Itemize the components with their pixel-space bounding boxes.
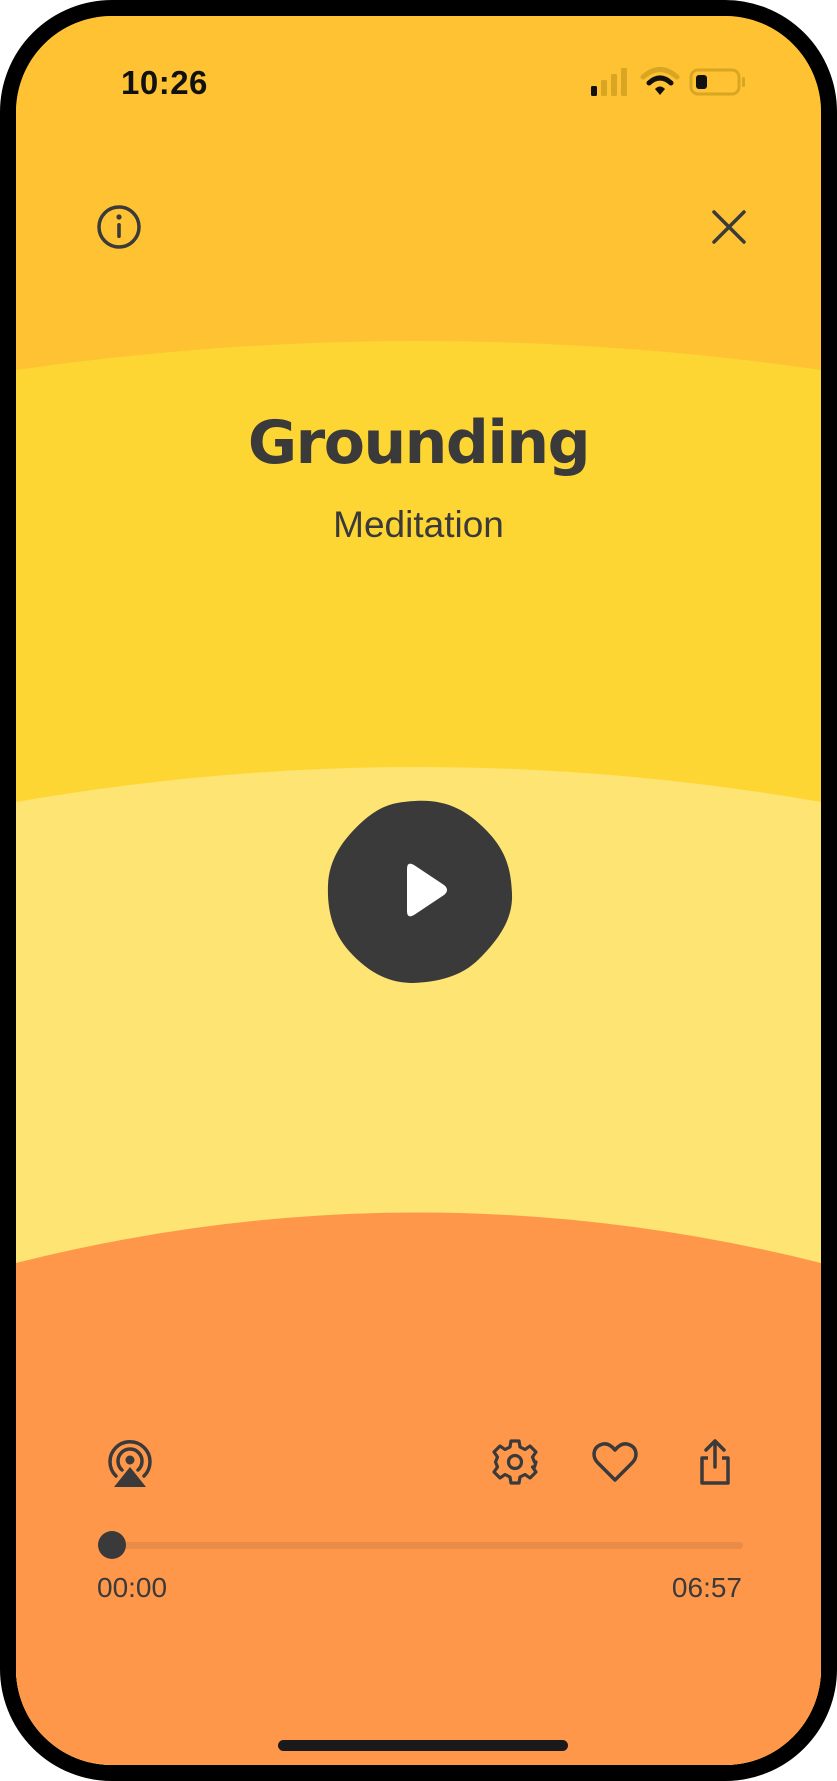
share-button[interactable] <box>685 1432 745 1492</box>
close-button[interactable] <box>699 197 759 257</box>
session-title: Grounding <box>247 408 591 478</box>
airplay-icon <box>108 1439 152 1487</box>
status-time: 10:26 <box>121 64 208 101</box>
settings-button[interactable] <box>485 1432 545 1492</box>
status-icons <box>591 67 745 96</box>
gear-icon <box>492 1439 538 1485</box>
phone-frame: 10:26 Grounding Meditation 00:00 06:57 <box>0 0 837 1781</box>
info-button[interactable] <box>89 197 149 257</box>
player-screen: 10:26 Grounding Meditation 00:00 06:57 <box>16 16 821 1765</box>
total-time: 06:57 <box>671 1572 742 1603</box>
favorite-button[interactable] <box>585 1432 645 1492</box>
home-indicator[interactable] <box>278 1740 568 1751</box>
close-icon <box>712 210 746 244</box>
heart-icon <box>592 1442 638 1482</box>
wifi-icon <box>640 67 680 95</box>
share-icon <box>700 1439 730 1485</box>
airplay-button[interactable] <box>100 1432 160 1492</box>
session-subtitle: Meditation <box>333 504 504 545</box>
signal-icon <box>591 68 627 96</box>
play-blob <box>327 800 513 983</box>
battery-icon <box>689 68 745 96</box>
elapsed-time: 00:00 <box>97 1572 168 1603</box>
progress-knob[interactable] <box>98 1531 126 1559</box>
info-circle-icon <box>97 205 141 249</box>
play-button[interactable] <box>327 799 513 983</box>
progress-track[interactable] <box>112 1542 743 1549</box>
